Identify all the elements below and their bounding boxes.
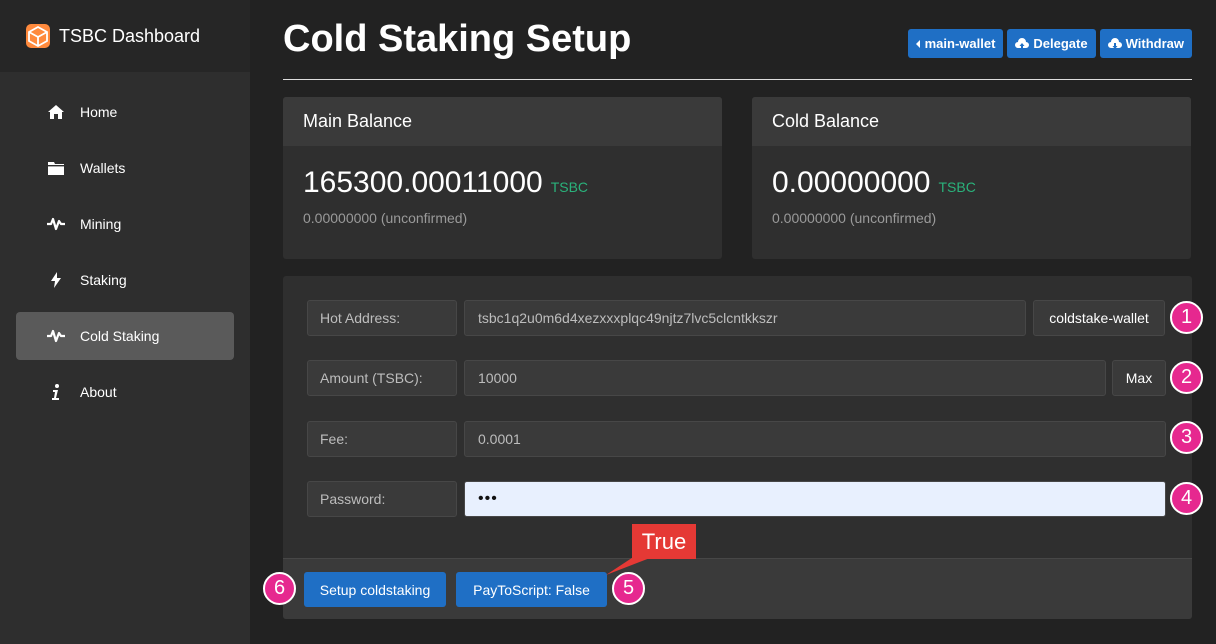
wallet-select-button[interactable]: main-wallet [907,29,1004,58]
withdraw-button[interactable]: Withdraw [1099,29,1192,58]
sidebar: TSBC Dashboard Home Wallets Mining Staki… [0,0,250,644]
fee-input[interactable]: 0.0001 [464,421,1166,457]
password-label: Password: [307,481,457,517]
card-body: 0.00000000 TSBC 0.00000000 (unconfirmed) [752,146,1191,246]
sidebar-item-label: Home [80,104,118,120]
main-content: Cold Staking Setup main-wallet Delegate … [283,0,1192,619]
step-badge-3: 3 [1170,421,1203,454]
bolt-icon [46,270,66,290]
balance-unit: TSBC [938,179,976,195]
step-badge-1: 1 [1170,301,1203,334]
home-icon [46,102,66,122]
sidebar-item-label: About [80,384,117,400]
sidebar-item-label: Mining [80,216,122,232]
hot-address-input[interactable]: tsbc1q2u0m6d4xezxxxplqc49njtz7lvc5clcntk… [464,300,1026,336]
card-title: Cold Balance [752,97,1191,146]
unconfirmed-balance: 0.00000000 (unconfirmed) [772,210,937,226]
brand-title: TSBC Dashboard [59,25,201,46]
sidebar-item-mining[interactable]: Mining [16,200,234,248]
sidebar-item-cold-staking[interactable]: Cold Staking [16,312,234,360]
password-input[interactable]: ••• [464,481,1166,517]
pulse-icon [46,214,66,234]
password-row: Password: ••• [307,481,1166,517]
fee-label: Fee: [307,421,457,457]
unconfirmed-balance: 0.00000000 (unconfirmed) [303,210,468,226]
cloud-download-icon [1107,37,1122,49]
sidebar-item-home[interactable]: Home [16,88,234,136]
amount-label: Amount (TSBC): [307,360,457,396]
page-title: Cold Staking Setup [283,18,632,60]
step-badge-2: 2 [1170,361,1203,394]
sidebar-item-label: Wallets [80,160,126,176]
chevron-left-icon [915,39,920,48]
delegate-button[interactable]: Delegate [1007,29,1096,58]
balance-amount: 0.00000000 [772,166,931,199]
delegate-label: Delegate [1033,36,1088,51]
paytoscript-toggle-button[interactable]: PayToScript: False [456,572,607,607]
brand[interactable]: TSBC Dashboard [0,0,250,72]
sidebar-item-label: Cold Staking [80,328,160,344]
header-actions: main-wallet Delegate Withdraw [907,29,1192,58]
logo-icon [26,24,50,48]
balance-line: 0.00000000 TSBC [772,166,1171,200]
step-badge-4: 4 [1170,482,1203,515]
hot-address-row: Hot Address: tsbc1q2u0m6d4xezxxxplqc49nj… [307,300,1166,336]
coldstake-wallet-button[interactable]: coldstake-wallet [1033,300,1165,336]
page-header: Cold Staking Setup main-wallet Delegate … [283,0,1192,80]
sidebar-item-staking[interactable]: Staking [16,256,234,304]
hot-address-label: Hot Address: [307,300,457,336]
form-footer: Setup coldstaking PayToScript: False [283,558,1192,619]
balance-line: 165300.00011000 TSBC [303,166,702,200]
amount-row: Amount (TSBC): 10000 Max [307,360,1166,396]
sidebar-item-about[interactable]: About [16,368,234,416]
balance-cards: Main Balance 165300.00011000 TSBC 0.0000… [283,97,1192,259]
amount-input[interactable]: 10000 [464,360,1106,396]
cloud-upload-icon [1015,37,1030,49]
balance-unit: TSBC [550,179,589,195]
withdraw-label: Withdraw [1125,36,1184,51]
cold-staking-form: Hot Address: tsbc1q2u0m6d4xezxxxplqc49nj… [283,276,1192,619]
info-icon [46,382,66,402]
folder-icon [46,158,66,178]
sidebar-item-label: Staking [80,272,127,288]
callout-label: True [632,524,696,559]
setup-coldstaking-button[interactable]: Setup coldstaking [304,572,446,607]
step-badge-6: 6 [263,572,296,605]
pulse-icon [46,326,66,346]
card-body: 165300.00011000 TSBC 0.00000000 (unconfi… [283,146,722,246]
card-title: Main Balance [283,97,722,146]
wallet-select-label: main-wallet [924,36,996,51]
max-button[interactable]: Max [1112,360,1166,396]
main-balance-card: Main Balance 165300.00011000 TSBC 0.0000… [283,97,722,259]
sidebar-item-wallets[interactable]: Wallets [16,144,234,192]
sidebar-nav: Home Wallets Mining Staking Cold Staking [0,88,250,416]
fee-row: Fee: 0.0001 [307,421,1166,457]
balance-amount: 165300.00011000 [303,166,543,199]
cold-balance-card: Cold Balance 0.00000000 TSBC 0.00000000 … [752,97,1191,259]
